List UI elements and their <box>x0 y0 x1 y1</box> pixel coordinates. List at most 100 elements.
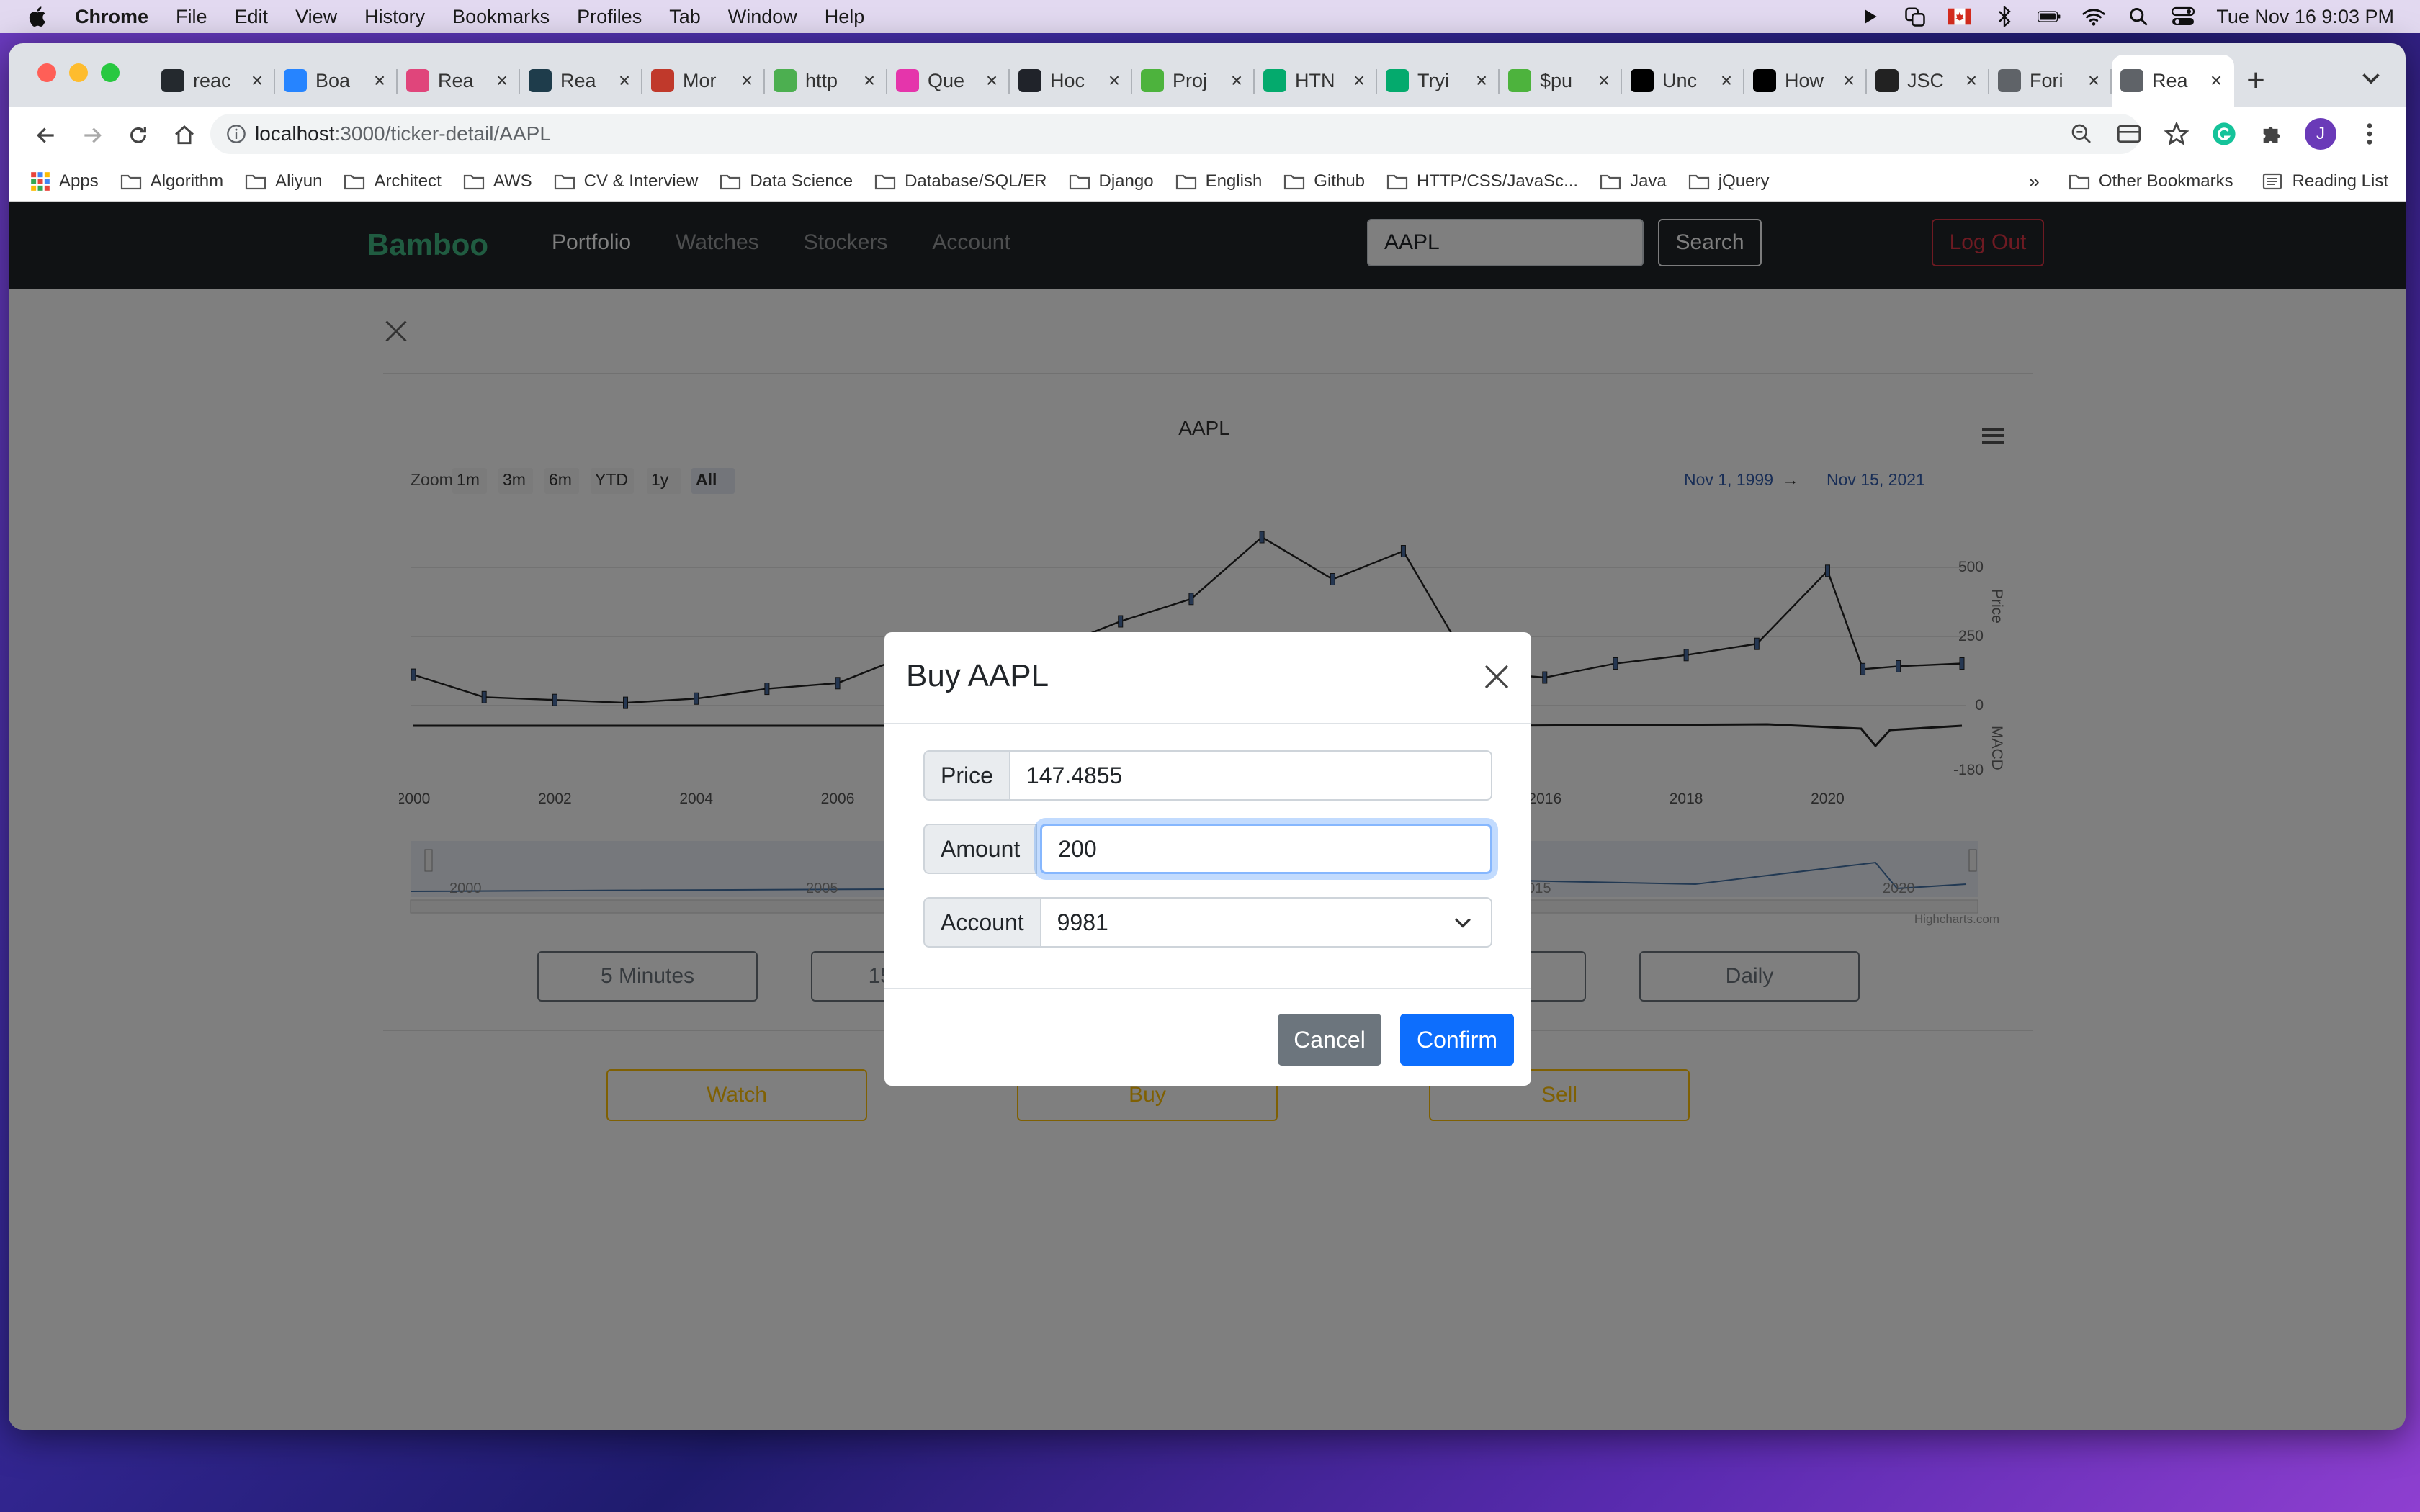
tab-close-icon[interactable]: × <box>1717 69 1736 91</box>
menu-bookmarks[interactable]: Bookmarks <box>452 6 550 28</box>
tab-close-icon[interactable]: × <box>1227 69 1246 91</box>
wifi-icon[interactable] <box>2082 5 2105 28</box>
kebab-menu-icon[interactable] <box>2355 120 2384 148</box>
control-center-icon[interactable] <box>2172 5 2195 28</box>
menu-profiles[interactable]: Profiles <box>577 6 642 28</box>
bookmark-label: English <box>1205 171 1263 191</box>
reload-button[interactable] <box>124 121 153 150</box>
tab-close-icon[interactable]: × <box>1962 69 1981 91</box>
bookmark-folder[interactable]: Django <box>1069 171 1154 192</box>
home-button[interactable] <box>170 121 199 150</box>
account-select[interactable]: 9981 <box>1041 897 1492 948</box>
menu-file[interactable]: File <box>176 6 207 28</box>
browser-tab[interactable]: Hoc × <box>1010 55 1132 107</box>
amount-field[interactable]: 200 <box>1040 824 1492 874</box>
chevron-down-icon <box>1455 918 1471 928</box>
bookmark-folder[interactable]: Aliyun <box>245 171 322 192</box>
browser-tab[interactable]: Mor × <box>642 55 765 107</box>
browser-tab[interactable]: Rea × <box>520 55 642 107</box>
new-tab-button[interactable]: + <box>2234 55 2277 107</box>
menu-help[interactable]: Help <box>825 6 865 28</box>
close-icon[interactable] <box>1482 662 1511 691</box>
minimize-window-button[interactable] <box>69 63 88 82</box>
profile-avatar[interactable]: J <box>2305 118 2336 150</box>
bookmark-folder[interactable]: Architect <box>344 171 442 192</box>
url-text[interactable]: localhost:3000/ticker-detail/AAPL <box>255 122 551 145</box>
bookmarks-overflow-chevron[interactable]: » <box>2028 170 2040 193</box>
browser-tab[interactable]: Rea × <box>398 55 520 107</box>
menu-view[interactable]: View <box>295 6 337 28</box>
bookmark-other-bookmarks[interactable]: Other Bookmarks <box>2069 171 2233 192</box>
bookmark-star-icon[interactable] <box>2162 120 2191 148</box>
tab-close-icon[interactable]: × <box>982 69 1001 91</box>
forward-button[interactable] <box>78 121 107 150</box>
browser-tab[interactable]: How × <box>1744 55 1867 107</box>
browser-tab[interactable]: Proj × <box>1132 55 1255 107</box>
browser-tab[interactable]: $pu × <box>1500 55 1622 107</box>
browser-tab[interactable]: Rea × <box>2112 55 2234 107</box>
cancel-button[interactable]: Cancel <box>1278 1014 1381 1066</box>
browser-tab[interactable]: HTN × <box>1255 55 1377 107</box>
menu-edit[interactable]: Edit <box>235 6 269 28</box>
tab-close-icon[interactable]: × <box>493 69 511 91</box>
address-bar[interactable]: localhost:3000/ticker-detail/AAPL <box>210 114 2141 154</box>
tab-close-icon[interactable]: × <box>1105 69 1124 91</box>
tab-close-icon[interactable]: × <box>248 69 266 91</box>
bookmark-folder[interactable]: Java <box>1600 171 1667 192</box>
menu-history[interactable]: History <box>364 6 425 28</box>
bookmark-folder[interactable]: Database/SQL/ER <box>874 171 1047 192</box>
menu-chrome[interactable]: Chrome <box>75 6 148 28</box>
back-button[interactable] <box>32 121 60 150</box>
tab-search-chevron-icon[interactable] <box>2358 65 2384 91</box>
browser-tab[interactable]: Que × <box>887 55 1010 107</box>
price-field[interactable]: 147.4855 <box>1010 750 1492 801</box>
tab-close-icon[interactable]: × <box>1839 69 1858 91</box>
zoom-icon[interactable] <box>2067 120 2096 148</box>
bluetooth-icon[interactable] <box>1993 5 2016 28</box>
bookmark-folder[interactable]: AWS <box>463 171 532 192</box>
bookmark-folder[interactable]: jQuery <box>1688 171 1769 192</box>
browser-tab[interactable]: reac × <box>153 55 275 107</box>
browser-tab[interactable]: Unc × <box>1622 55 1744 107</box>
canada-flag-icon[interactable] <box>1948 5 1972 28</box>
bookmark-folder[interactable]: Data Science <box>720 171 853 192</box>
tab-close-icon[interactable]: × <box>615 69 634 91</box>
grammarly-icon[interactable] <box>2210 120 2238 148</box>
maximize-window-button[interactable] <box>101 63 120 82</box>
bookmark-apps[interactable]: Apps <box>30 171 99 192</box>
menubar-clock[interactable]: Tue Nov 16 9:03 PM <box>2216 6 2394 28</box>
reading-list[interactable]: Reading List <box>2262 171 2388 192</box>
browser-tab[interactable]: Fori × <box>1989 55 2112 107</box>
tab-close-icon[interactable]: × <box>1350 69 1368 91</box>
bookmark-folder[interactable]: CV & Interview <box>554 171 698 192</box>
site-info-icon[interactable] <box>226 124 246 144</box>
browser-tab[interactable]: JSC × <box>1867 55 1989 107</box>
bookmark-folder[interactable]: Github <box>1283 171 1365 192</box>
bookmark-folder[interactable]: English <box>1175 171 1263 192</box>
play-icon[interactable] <box>1859 5 1882 28</box>
folder-icon <box>245 174 266 189</box>
spotlight-search-icon[interactable] <box>2127 5 2150 28</box>
tab-close-icon[interactable]: × <box>738 69 756 91</box>
tab-close-icon[interactable]: × <box>2207 69 2226 91</box>
translate-icon[interactable] <box>1904 5 1927 28</box>
menu-window[interactable]: Window <box>728 6 797 28</box>
graphql-icon <box>896 69 919 92</box>
tab-close-icon[interactable]: × <box>1472 69 1491 91</box>
tab-close-icon[interactable]: × <box>2084 69 2103 91</box>
browser-tab[interactable]: Tryi × <box>1377 55 1500 107</box>
tab-close-icon[interactable]: × <box>1595 69 1613 91</box>
browser-tab[interactable]: Boa × <box>275 55 398 107</box>
apple-icon[interactable] <box>26 4 50 29</box>
extensions-puzzle-icon[interactable] <box>2257 120 2286 148</box>
browser-tab[interactable]: http × <box>765 55 887 107</box>
card-icon[interactable] <box>2115 120 2143 148</box>
battery-icon[interactable] <box>2038 5 2061 28</box>
tab-close-icon[interactable]: × <box>370 69 389 91</box>
bookmark-folder[interactable]: Algorithm <box>120 171 223 192</box>
confirm-button[interactable]: Confirm <box>1400 1014 1514 1066</box>
bookmark-folder[interactable]: HTTP/CSS/JavaSc... <box>1386 171 1578 192</box>
tab-close-icon[interactable]: × <box>860 69 879 91</box>
menu-tab[interactable]: Tab <box>669 6 701 28</box>
close-window-button[interactable] <box>37 63 56 82</box>
